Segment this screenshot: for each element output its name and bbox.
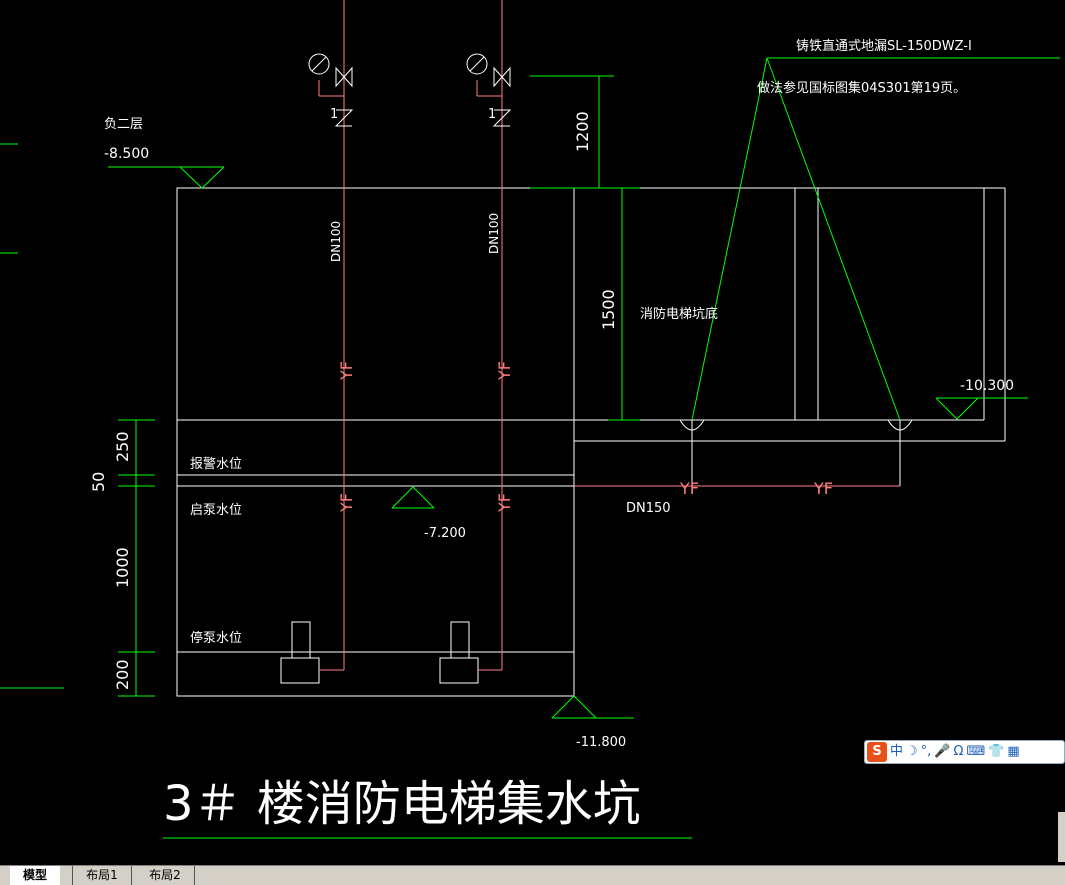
- ime-chinese-mode[interactable]: 中: [890, 742, 903, 762]
- pipe-size-left: DN100: [329, 221, 343, 262]
- pit-structure: [176, 187, 1006, 697]
- valve-number-left: 1: [330, 107, 338, 122]
- symbol-icon[interactable]: Ω: [954, 742, 964, 762]
- pipe-code-drain-2: YF: [813, 479, 833, 498]
- floor-drains: [679, 419, 913, 486]
- sogou-logo-icon[interactable]: S: [867, 742, 887, 762]
- dim-250: 250: [113, 431, 132, 462]
- pipe-code-right-lower: YF: [495, 493, 514, 513]
- ime-toolbar[interactable]: S 中 ☽ °, 🎤 Ω ⌨ 👕 ▦: [864, 740, 1065, 764]
- dim-1200: 1200: [573, 111, 592, 152]
- valve-number-right: 1: [488, 107, 496, 122]
- dim-50: 50: [89, 472, 108, 492]
- start-level-label: 启泵水位: [190, 503, 242, 518]
- pipe-size-right: DN100: [487, 213, 501, 254]
- start-pump-elevation: -7.200: [424, 526, 466, 541]
- drawing-canvas[interactable]: 负二层 -8.500 铸铁直通式地漏SL-150DWZ-I 做法参见国标图集04…: [0, 0, 1065, 865]
- pipe-code-right-upper: YF: [495, 361, 514, 381]
- layout-tab-bar: 模型 布局1 布局2: [0, 865, 1065, 885]
- moon-icon[interactable]: ☽: [906, 742, 918, 762]
- vertical-scrollbar[interactable]: [1058, 812, 1065, 862]
- pipe-code-drain-1: YF: [679, 479, 699, 498]
- tab-model[interactable]: 模型: [10, 866, 60, 885]
- pipe-network: [318, 0, 900, 671]
- floor-elevation: -8.500: [104, 146, 149, 162]
- skin-icon[interactable]: 👕: [988, 742, 1004, 762]
- stop-level-label: 停泵水位: [190, 630, 242, 646]
- floor-label: 负二层: [104, 117, 143, 132]
- dim-200: 200: [113, 659, 132, 690]
- dimension-lines: [108, 57, 1060, 839]
- bottom-elevation: -11.800: [576, 735, 626, 750]
- alarm-level-label: 报警水位: [190, 456, 242, 472]
- tab-layout-2[interactable]: 布局2: [136, 866, 195, 885]
- dim-1500: 1500: [599, 289, 618, 330]
- pipe-code-left-upper: YF: [337, 361, 356, 381]
- tab-layout-1[interactable]: 布局1: [72, 866, 132, 885]
- pit-elevation: -10.300: [960, 378, 1014, 394]
- drawing-title: 3＃ 楼消防电梯集水坑: [163, 776, 641, 832]
- drain-note-ref: 做法参见国标图集04S301第19页。: [757, 80, 966, 96]
- grid-menu-icon[interactable]: ▦: [1007, 742, 1019, 762]
- drain-size: DN150: [626, 501, 671, 516]
- keyboard-icon[interactable]: ⌨: [966, 742, 985, 762]
- pipe-code-left-lower: YF: [337, 493, 356, 513]
- pit-label: 消防电梯坑底: [640, 306, 718, 322]
- punctuation-icon[interactable]: °,: [921, 742, 932, 762]
- drain-note: 铸铁直通式地漏SL-150DWZ-I: [796, 38, 972, 54]
- dim-1000: 1000: [113, 547, 132, 588]
- cad-drawing[interactable]: 负二层 -8.500 铸铁直通式地漏SL-150DWZ-I 做法参见国标图集04…: [0, 0, 1065, 865]
- microphone-icon[interactable]: 🎤: [934, 742, 950, 762]
